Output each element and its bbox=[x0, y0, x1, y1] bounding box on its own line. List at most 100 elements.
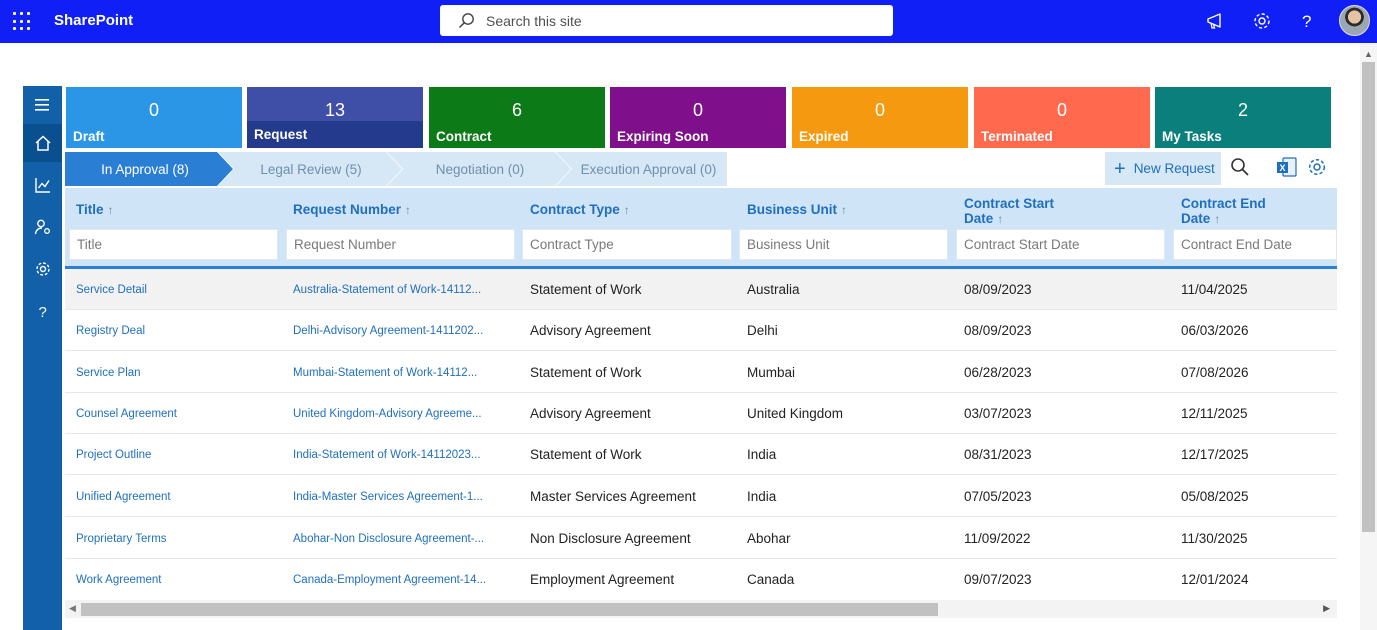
tile-my-tasks[interactable]: 2 My Tasks bbox=[1155, 87, 1331, 148]
megaphone-icon[interactable] bbox=[1205, 10, 1227, 32]
stage-execution-approval[interactable]: Execution Approval (0) bbox=[556, 152, 727, 186]
sort-arrow-icon[interactable]: ↑ bbox=[997, 212, 1003, 226]
vertical-scrollbar[interactable]: ▲ bbox=[1360, 43, 1377, 630]
column-header-request-number[interactable]: Request Number ↑ bbox=[293, 202, 411, 218]
cell-request-number[interactable]: Australia-Statement of Work-14112... bbox=[293, 284, 481, 296]
scrollbar-thumb[interactable] bbox=[1362, 62, 1375, 532]
sort-arrow-icon[interactable]: ↑ bbox=[405, 203, 411, 217]
column-header-business-unit[interactable]: Business Unit ↑ bbox=[747, 202, 847, 218]
cell-title[interactable]: Registry Deal bbox=[76, 325, 145, 337]
suite-bar: SharePoint Search this site ? bbox=[0, 0, 1377, 43]
table-row[interactable]: Project Outline India-Statement of Work-… bbox=[65, 434, 1337, 475]
column-header-label: Request Number bbox=[293, 202, 402, 217]
tile-expiring-soon[interactable]: 0 Expiring Soon bbox=[610, 87, 786, 148]
scroll-left-icon[interactable]: ◀ bbox=[69, 603, 76, 614]
gear-icon[interactable] bbox=[23, 250, 62, 288]
user-avatar[interactable] bbox=[1339, 5, 1370, 36]
sort-arrow-icon[interactable]: ↑ bbox=[1214, 212, 1220, 226]
tile-terminated[interactable]: 0 Terminated bbox=[974, 87, 1150, 148]
table-row[interactable]: Counsel Agreement United Kingdom-Advisor… bbox=[65, 393, 1337, 434]
brand-name[interactable]: SharePoint bbox=[54, 12, 133, 29]
tile-label: Terminated bbox=[981, 129, 1053, 144]
search-icon[interactable] bbox=[1229, 156, 1251, 178]
filter-contract-type-input[interactable]: Contract Type bbox=[522, 229, 732, 260]
user-settings-icon[interactable] bbox=[23, 208, 62, 246]
gear-icon[interactable] bbox=[1306, 156, 1328, 178]
column-header-title[interactable]: Title ↑ bbox=[76, 202, 114, 218]
column-header-contract-start-date[interactable]: Contract Start Date ↑ bbox=[964, 196, 1074, 227]
sort-arrow-icon[interactable]: ↑ bbox=[108, 203, 114, 217]
stage-label: Negotiation (0) bbox=[435, 161, 525, 177]
new-request-button[interactable]: + New Request bbox=[1105, 152, 1221, 185]
cell-contract-type: Non Disclosure Agreement bbox=[530, 531, 691, 546]
column-header-contract-type[interactable]: Contract Type ↑ bbox=[530, 202, 630, 218]
cell-business-unit: Australia bbox=[747, 282, 800, 297]
tile-expired[interactable]: 0 Expired bbox=[792, 87, 968, 148]
cell-title[interactable]: Project Outline bbox=[76, 449, 151, 461]
cell-request-number[interactable]: United Kingdom-Advisory Agreeme... bbox=[293, 408, 482, 420]
table-row[interactable]: Unified Agreement India-Master Services … bbox=[65, 476, 1337, 517]
cell-request-number[interactable]: Mumbai-Statement of Work-14112... bbox=[293, 367, 477, 379]
excel-export-icon[interactable]: X bbox=[1276, 156, 1298, 178]
scroll-up-icon[interactable]: ▲ bbox=[1364, 49, 1373, 59]
filter-title-input[interactable]: Title bbox=[69, 229, 278, 260]
filter-request-number-input[interactable]: Request Number bbox=[286, 229, 515, 260]
tile-draft[interactable]: 0 Draft bbox=[66, 87, 242, 148]
plus-icon: + bbox=[1114, 157, 1126, 180]
cell-business-unit: Abohar bbox=[747, 531, 791, 546]
cell-title[interactable]: Service Plan bbox=[76, 367, 141, 379]
cell-title[interactable]: Work Agreement bbox=[76, 574, 161, 586]
tile-count: 0 bbox=[1056, 100, 1067, 120]
cell-request-number[interactable]: Delhi-Advisory Agreement-1411202... bbox=[293, 325, 483, 337]
cell-title[interactable]: Counsel Agreement bbox=[76, 408, 177, 420]
scroll-right-icon[interactable]: ▶ bbox=[1323, 603, 1330, 614]
stage-legal-review[interactable]: Legal Review (5) bbox=[218, 152, 404, 186]
svg-text:X: X bbox=[1280, 163, 1286, 173]
table-row[interactable]: Proprietary Terms Abohar-Non Disclosure … bbox=[65, 518, 1337, 559]
cell-end-date: 07/08/2026 bbox=[1181, 365, 1249, 380]
hamburger-menu-icon[interactable] bbox=[23, 86, 62, 124]
filter-contract-end-date-input[interactable]: Contract End Date bbox=[1173, 229, 1337, 260]
cell-title[interactable]: Unified Agreement bbox=[76, 491, 171, 503]
cell-start-date: 07/05/2023 bbox=[964, 489, 1032, 504]
column-header-label: Contract End Date bbox=[1181, 196, 1266, 226]
table-row[interactable]: Work Agreement Canada-Employment Agreeme… bbox=[65, 559, 1337, 600]
sort-arrow-icon[interactable]: ↑ bbox=[624, 203, 630, 217]
cell-request-number[interactable]: Canada-Employment Agreement-14... bbox=[293, 574, 486, 586]
horizontal-scrollbar[interactable]: ◀ ▶ bbox=[65, 600, 1337, 618]
search-box[interactable]: Search this site bbox=[440, 5, 893, 36]
table-row[interactable]: Registry Deal Delhi-Advisory Agreement-1… bbox=[65, 310, 1337, 351]
scrollbar-thumb[interactable] bbox=[81, 603, 938, 616]
table-row[interactable]: Service Plan Mumbai-Statement of Work-14… bbox=[65, 352, 1337, 393]
settings-icon[interactable] bbox=[1251, 10, 1273, 32]
cell-title[interactable]: Proprietary Terms bbox=[76, 533, 167, 545]
filter-contract-start-date-input[interactable]: Contract Start Date bbox=[956, 229, 1165, 260]
cell-business-unit: India bbox=[747, 489, 777, 504]
filter-business-unit-input[interactable]: Business Unit bbox=[739, 229, 948, 260]
column-header-label: Business Unit bbox=[747, 202, 838, 217]
help-icon[interactable]: ? bbox=[1296, 10, 1318, 32]
left-rail: ? bbox=[23, 86, 62, 630]
tile-contract[interactable]: 6 Contract bbox=[429, 87, 605, 148]
table-row[interactable]: Service Detail Australia-Statement of Wo… bbox=[65, 269, 1337, 310]
tile-request[interactable]: 13 Request bbox=[247, 87, 423, 148]
stage-in-approval[interactable]: In Approval (8) bbox=[65, 152, 235, 186]
home-icon[interactable] bbox=[23, 124, 62, 162]
cell-business-unit: United Kingdom bbox=[747, 406, 844, 421]
cell-request-number[interactable]: India-Statement of Work-14112023... bbox=[293, 449, 481, 461]
cell-request-number[interactable]: Abohar-Non Disclosure Agreement-... bbox=[293, 533, 484, 545]
tile-label: My Tasks bbox=[1162, 129, 1222, 144]
cell-title[interactable]: Service Detail bbox=[76, 284, 147, 296]
cell-contract-type: Statement of Work bbox=[530, 282, 642, 297]
help-icon[interactable]: ? bbox=[23, 292, 62, 330]
cell-request-number[interactable]: India-Master Services Agreement-1... bbox=[293, 491, 483, 503]
cell-end-date: 11/04/2025 bbox=[1181, 282, 1248, 297]
tile-label: Draft bbox=[73, 129, 105, 144]
cell-business-unit: Mumbai bbox=[747, 365, 796, 380]
sort-arrow-icon[interactable]: ↑ bbox=[841, 203, 847, 217]
tile-label: Contract bbox=[436, 129, 492, 144]
column-header-contract-end-date[interactable]: Contract End Date ↑ bbox=[1181, 196, 1281, 227]
app-launcher-icon[interactable] bbox=[13, 12, 32, 31]
chart-icon[interactable] bbox=[23, 166, 62, 204]
stage-negotiation[interactable]: Negotiation (0) bbox=[387, 152, 573, 186]
